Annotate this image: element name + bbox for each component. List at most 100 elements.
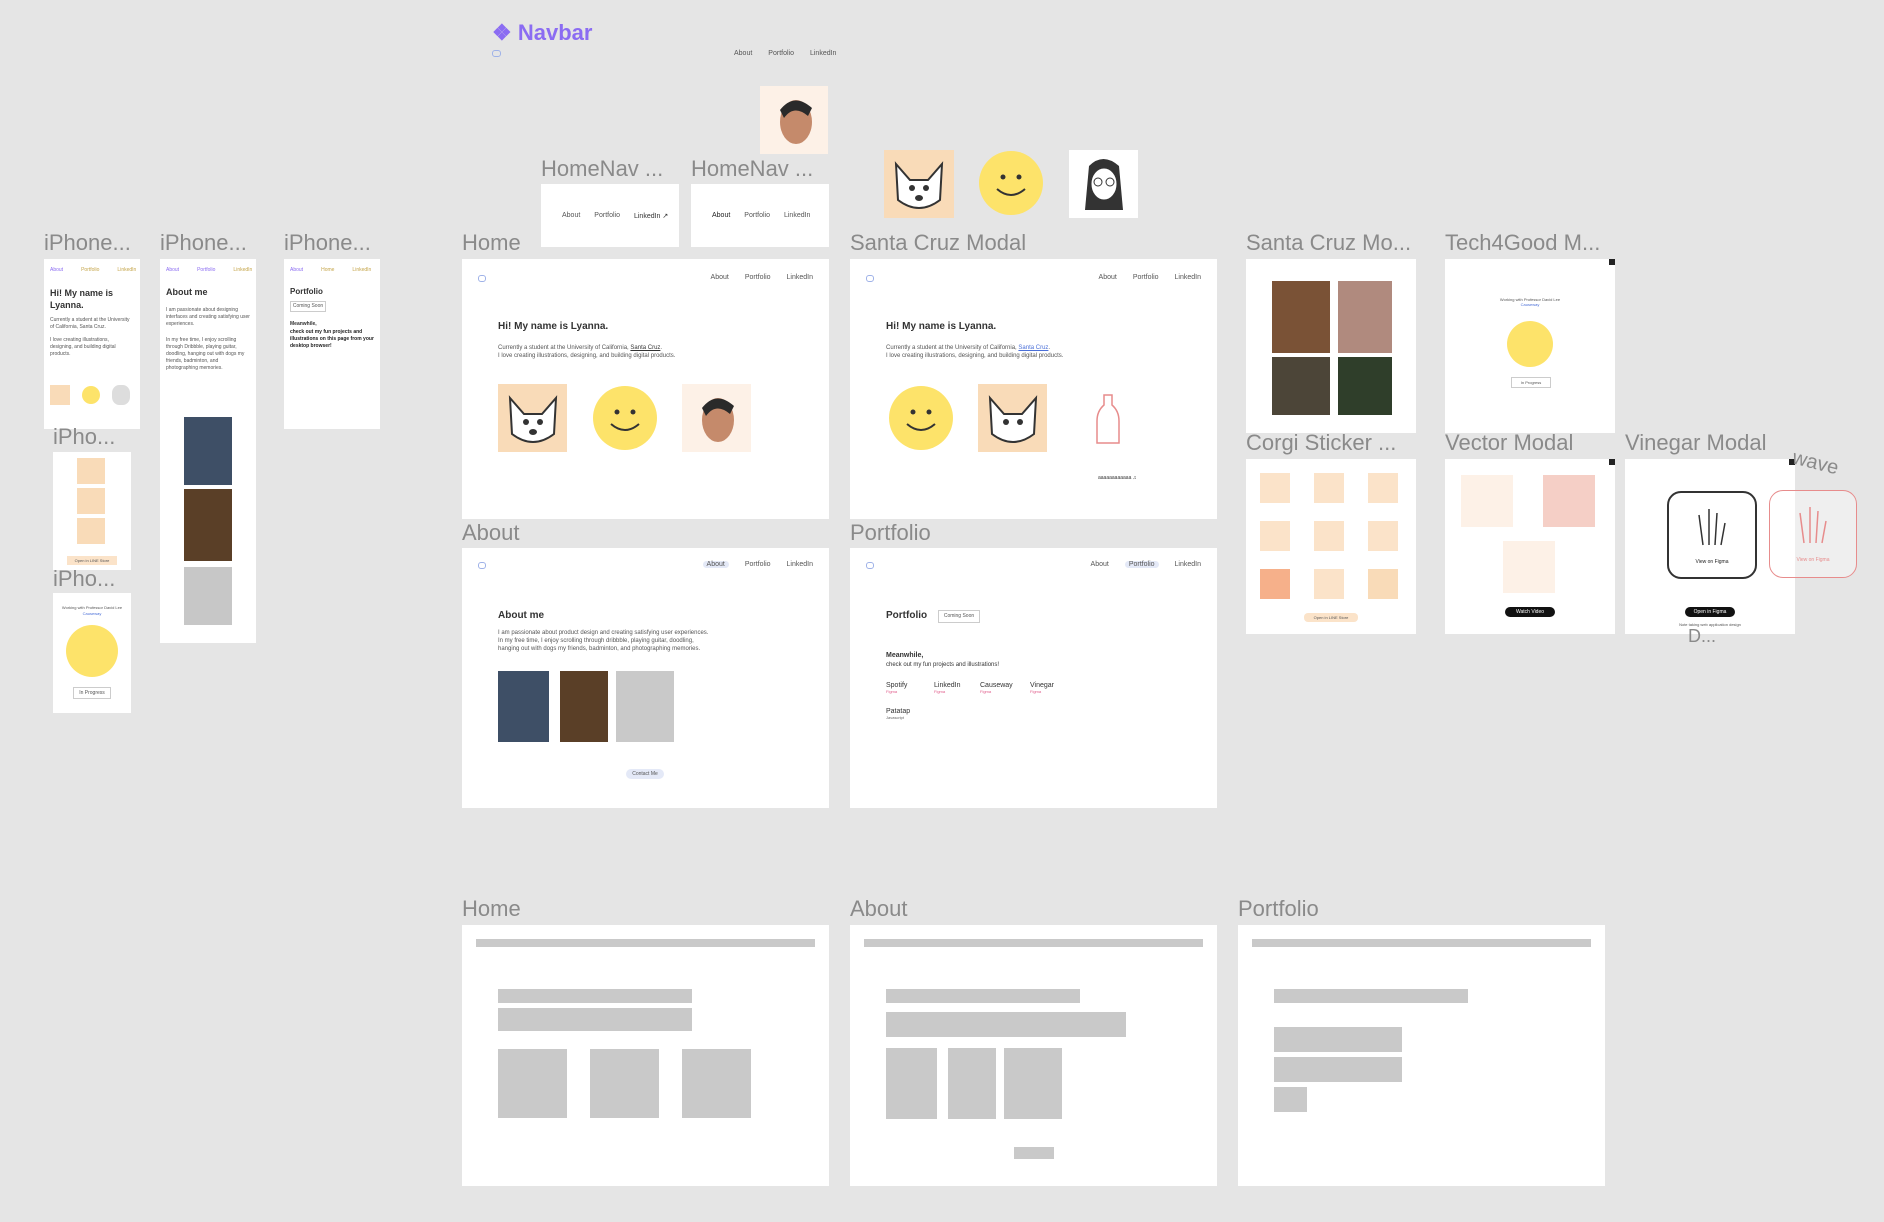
tech4good-label[interactable]: Tech4Good M... [1445, 230, 1600, 256]
nav-portfolio-link[interactable]: Portfolio [768, 50, 794, 57]
iphone-home-frame[interactable]: About Portfolio LinkedIn Hi! My name is … [44, 259, 140, 429]
home-smiley-image[interactable] [593, 386, 657, 450]
d-label[interactable]: D... [1688, 626, 1716, 647]
wf-about-label[interactable]: About [850, 896, 908, 922]
homenav-label-2[interactable]: HomeNav ... [691, 156, 813, 182]
nav-about-link[interactable]: About [734, 50, 752, 57]
m1-about[interactable]: About [50, 267, 63, 273]
portfolio-nav-about[interactable]: About [1091, 561, 1109, 568]
portfolio-nav-linkedin[interactable]: LinkedIn [1175, 561, 1201, 568]
navbar-component-title[interactable]: ❖ Navbar [492, 20, 592, 46]
mt-link[interactable]: Causeway [61, 611, 123, 616]
vector-close-icon[interactable] [1609, 459, 1615, 465]
about-nav-portfolio[interactable]: Portfolio [745, 561, 771, 568]
homenav-frame-2[interactable]: About Portfolio LinkedIn [691, 184, 829, 247]
portfolio-nav-portfolio[interactable]: Portfolio [1124, 561, 1159, 568]
wireframe-portfolio[interactable] [1238, 925, 1605, 1186]
home-nav-linkedin[interactable]: LinkedIn [787, 274, 813, 281]
ipho-label-1[interactable]: iPho... [53, 424, 115, 450]
iphone-label-3[interactable]: iPhone... [284, 230, 371, 256]
santa-cruz-modal-label[interactable]: Santa Cruz Modal [850, 230, 1026, 256]
wave-view-on-figma[interactable]: View on Figma [1770, 557, 1856, 563]
open-in-figma-button[interactable]: Open in Figma [1685, 607, 1735, 617]
santa-cruz-link[interactable]: Santa Cruz [630, 345, 660, 351]
ipho-label-2[interactable]: iPho... [53, 566, 115, 592]
m3-home[interactable]: Home [321, 267, 334, 273]
m3-about[interactable]: About [290, 267, 303, 273]
portfolio-frame[interactable]: About Portfolio LinkedIn Portfolio Comin… [850, 548, 1217, 808]
corgi-sticker-label[interactable]: Corgi Sticker ... [1246, 430, 1396, 456]
wave-hover-card[interactable]: View on Figma [1769, 490, 1857, 578]
santa-cruz-mo-label[interactable]: Santa Cruz Mo... [1246, 230, 1411, 256]
homenav-frame-1[interactable]: About Portfolio LinkedIn ↗ [541, 184, 679, 247]
vector-modal-label[interactable]: Vector Modal [1445, 430, 1573, 456]
portfolio-label[interactable]: Portfolio [850, 520, 931, 546]
tech4good-frame[interactable]: Working with Professor David Lee Causewa… [1445, 259, 1615, 433]
mc-line-store-button[interactable]: Open in LINE Store [67, 556, 117, 565]
project-spotify[interactable]: Spotify Figma [886, 682, 907, 694]
about-frame[interactable]: About Portfolio LinkedIn About me I am p… [462, 548, 829, 808]
homenav2-linkedin[interactable]: LinkedIn [784, 212, 810, 219]
wf-home-label[interactable]: Home [462, 896, 521, 922]
iphone-corgi-frame[interactable]: Open in LINE Store [53, 452, 131, 570]
t4g-link[interactable]: Causeway [1445, 302, 1615, 307]
home-frame[interactable]: About Portfolio LinkedIn Hi! My name is … [462, 259, 829, 519]
t4g-close-icon[interactable] [1609, 259, 1615, 265]
scm-santa-cruz-link[interactable]: Santa Cruz [1018, 345, 1048, 351]
project-patatap[interactable]: Patatap Javascript [886, 708, 910, 720]
scm-nav-about[interactable]: About [1099, 274, 1117, 281]
about-nav-about[interactable]: About [702, 561, 729, 568]
nav-linkedin-link[interactable]: LinkedIn [810, 50, 836, 57]
wireframe-home[interactable] [462, 925, 829, 1186]
about-label[interactable]: About [462, 520, 520, 546]
santa-cruz-modal-frame[interactable]: About Portfolio LinkedIn Hi! My name is … [850, 259, 1217, 519]
vector-face-3 [1503, 541, 1555, 593]
homenav2-about[interactable]: About [712, 212, 730, 219]
vector-modal-frame[interactable]: Watch Video [1445, 459, 1615, 634]
homenav2-portfolio[interactable]: Portfolio [744, 212, 770, 219]
scm-smiley-image[interactable] [889, 386, 953, 450]
scm-nav-linkedin[interactable]: LinkedIn [1175, 274, 1201, 281]
wf-about-button [1014, 1147, 1054, 1159]
view-on-figma[interactable]: View on Figma [1669, 559, 1755, 565]
wf-portfolio-label[interactable]: Portfolio [1238, 896, 1319, 922]
m1-portfolio[interactable]: Portfolio [81, 267, 99, 273]
wave-label[interactable]: wave [1790, 447, 1841, 481]
sticker-1 [1260, 473, 1290, 503]
iphone-label-2[interactable]: iPhone... [160, 230, 247, 256]
homenav-portfolio[interactable]: Portfolio [594, 212, 620, 220]
corgi-sticker-frame[interactable]: Open in LINE Store [1246, 459, 1416, 634]
wireframe-about[interactable] [850, 925, 1217, 1186]
project-linkedin[interactable]: LinkedIn Figma [934, 682, 960, 694]
m1-smiley-image [82, 386, 100, 404]
home-nav-about[interactable]: About [711, 274, 729, 281]
m2-portfolio[interactable]: Portfolio [197, 267, 215, 273]
vinegar-modal-label[interactable]: Vinegar Modal [1625, 430, 1766, 456]
homenav-linkedin-ext[interactable]: LinkedIn ↗ [634, 212, 668, 220]
corgi-line-store-button[interactable]: Open in LINE Store [1304, 613, 1358, 622]
homenav-about[interactable]: About [562, 212, 580, 220]
watch-video-button[interactable]: Watch Video [1505, 607, 1555, 617]
home-nav-portfolio[interactable]: Portfolio [745, 274, 771, 281]
scm-corgi-image[interactable] [978, 384, 1047, 452]
homenav-label-1[interactable]: HomeNav ... [541, 156, 663, 182]
m2-about[interactable]: About [166, 267, 179, 273]
iphone-about-frame[interactable]: About Portfolio LinkedIn About me I am p… [160, 259, 256, 643]
about-nav-linkedin[interactable]: LinkedIn [787, 561, 813, 568]
home-corgi-image[interactable] [498, 384, 567, 452]
iphone-tech4good-frame[interactable]: Working with Professor David Lee Causewa… [53, 593, 131, 713]
project-causeway[interactable]: Causeway Figma [980, 682, 1013, 694]
iphone-portfolio-frame[interactable]: About Home LinkedIn Portfolio Coming Soo… [284, 259, 380, 429]
project-vinegar[interactable]: Vinegar Figma [1030, 682, 1054, 694]
santa-cruz-photos-frame[interactable] [1246, 259, 1416, 433]
m2-linkedin[interactable]: LinkedIn [233, 267, 252, 273]
contact-me-button[interactable]: Contact Me [626, 769, 664, 779]
m1-linkedin[interactable]: LinkedIn [117, 267, 136, 273]
scm-nav-portfolio[interactable]: Portfolio [1133, 274, 1159, 281]
m1-body1: Currently a student at the University of… [50, 317, 130, 330]
m3-linkedin[interactable]: LinkedIn [352, 267, 371, 273]
home-label[interactable]: Home [462, 230, 521, 256]
home-face-image[interactable] [682, 384, 751, 452]
vinegar-preview-card[interactable]: View on Figma [1667, 491, 1757, 579]
iphone-label-1[interactable]: iPhone... [44, 230, 131, 256]
